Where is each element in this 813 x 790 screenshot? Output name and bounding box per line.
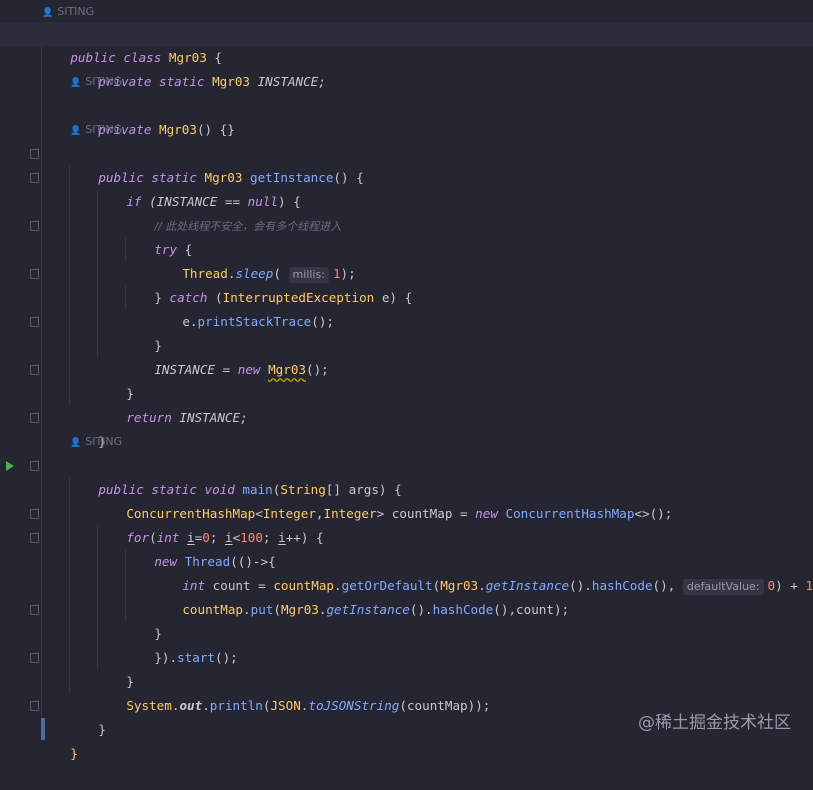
code-line-for[interactable]: for(int i=0; i<100; i++) { <box>96 502 323 545</box>
code-line-println[interactable]: System.out.println(JSON.toJSONString(cou… <box>96 670 490 713</box>
fold-icon[interactable] <box>30 269 39 279</box>
code-line-constructor[interactable]: private Mgr03() {} <box>68 94 235 137</box>
code-line-map-decl[interactable]: ConcurrentHashMap<Integer,Integer> count… <box>96 478 672 521</box>
indent-guide <box>41 46 42 718</box>
code-line-return[interactable]: return INSTANCE; <box>96 382 247 425</box>
code-line-close-brace[interactable]: } <box>124 598 162 641</box>
fold-icon[interactable] <box>30 317 39 327</box>
run-main-icon[interactable] <box>6 461 14 471</box>
author-annotation[interactable]: 👤 SITING <box>70 70 122 94</box>
code-line-close-brace[interactable]: } <box>96 646 134 689</box>
author-annotation[interactable]: 👤 SITING <box>70 118 122 142</box>
fold-icon[interactable] <box>30 509 39 519</box>
code-line-put[interactable]: countMap.put(Mgr03.getInstance().hashCod… <box>152 574 569 617</box>
watermark: @稀土掘金技术社区 <box>638 713 791 733</box>
code-line-count[interactable]: int count = countMap.getOrDefault(Mgr03.… <box>152 550 813 595</box>
fold-icon[interactable] <box>30 149 39 159</box>
code-line-new-thread[interactable]: new Thread(()->{ <box>124 526 275 569</box>
fold-icon[interactable] <box>30 221 39 231</box>
code-line-printstacktrace[interactable]: e.printStackTrace(); <box>152 286 334 329</box>
code-line-assign[interactable]: INSTANCE = new Mgr03(); <box>124 334 328 377</box>
fold-icon[interactable] <box>30 653 39 663</box>
fold-icon[interactable] <box>30 461 39 471</box>
fold-icon[interactable] <box>30 701 39 711</box>
fold-icon[interactable] <box>30 605 39 615</box>
code-line-field[interactable]: private static Mgr03 INSTANCE; <box>68 46 325 89</box>
parameter-hint: defaultValue: <box>682 579 764 595</box>
code-line-close-brace[interactable]: } <box>68 406 106 449</box>
author-annotation[interactable]: 👤 SITING <box>70 430 122 454</box>
code-editor[interactable]: 👤 SITING public class Mgr03 { private sta… <box>0 0 813 761</box>
person-icon: 👤 <box>70 438 82 448</box>
person-icon: 👤 <box>70 126 82 136</box>
fold-icon[interactable] <box>30 173 39 183</box>
code-line-close-brace[interactable]: } <box>124 310 162 353</box>
code-line-try[interactable]: try { <box>124 214 192 257</box>
code-line-comment[interactable]: // 此处线程不安全，会有多个线程进入 <box>124 190 341 233</box>
code-line-if[interactable]: if (INSTANCE == null) { <box>96 166 300 209</box>
gutter <box>0 0 46 751</box>
person-icon: 👤 <box>70 78 82 88</box>
fold-icon[interactable] <box>30 413 39 423</box>
fold-icon[interactable] <box>30 365 39 375</box>
code-line-close-brace[interactable]: } <box>68 694 106 737</box>
code-line-main[interactable]: public static void main(String[] args) { <box>68 454 401 497</box>
code-line-class-decl[interactable]: public class Mgr03 { <box>40 22 222 65</box>
fold-icon[interactable] <box>30 533 39 543</box>
author-annotation[interactable]: 👤 SITING <box>42 0 94 24</box>
code-line-sleep[interactable]: Thread.sleep( millis: 1); <box>152 238 356 283</box>
code-line-close-brace[interactable]: } <box>96 358 134 401</box>
code-line-close-brace[interactable]: } <box>40 718 78 761</box>
code-line-start[interactable]: }).start(); <box>124 622 237 665</box>
code-line-getinstance[interactable]: public static Mgr03 getInstance() { <box>68 142 363 185</box>
code-line-catch[interactable]: } catch (InterruptedException e) { <box>124 262 412 305</box>
